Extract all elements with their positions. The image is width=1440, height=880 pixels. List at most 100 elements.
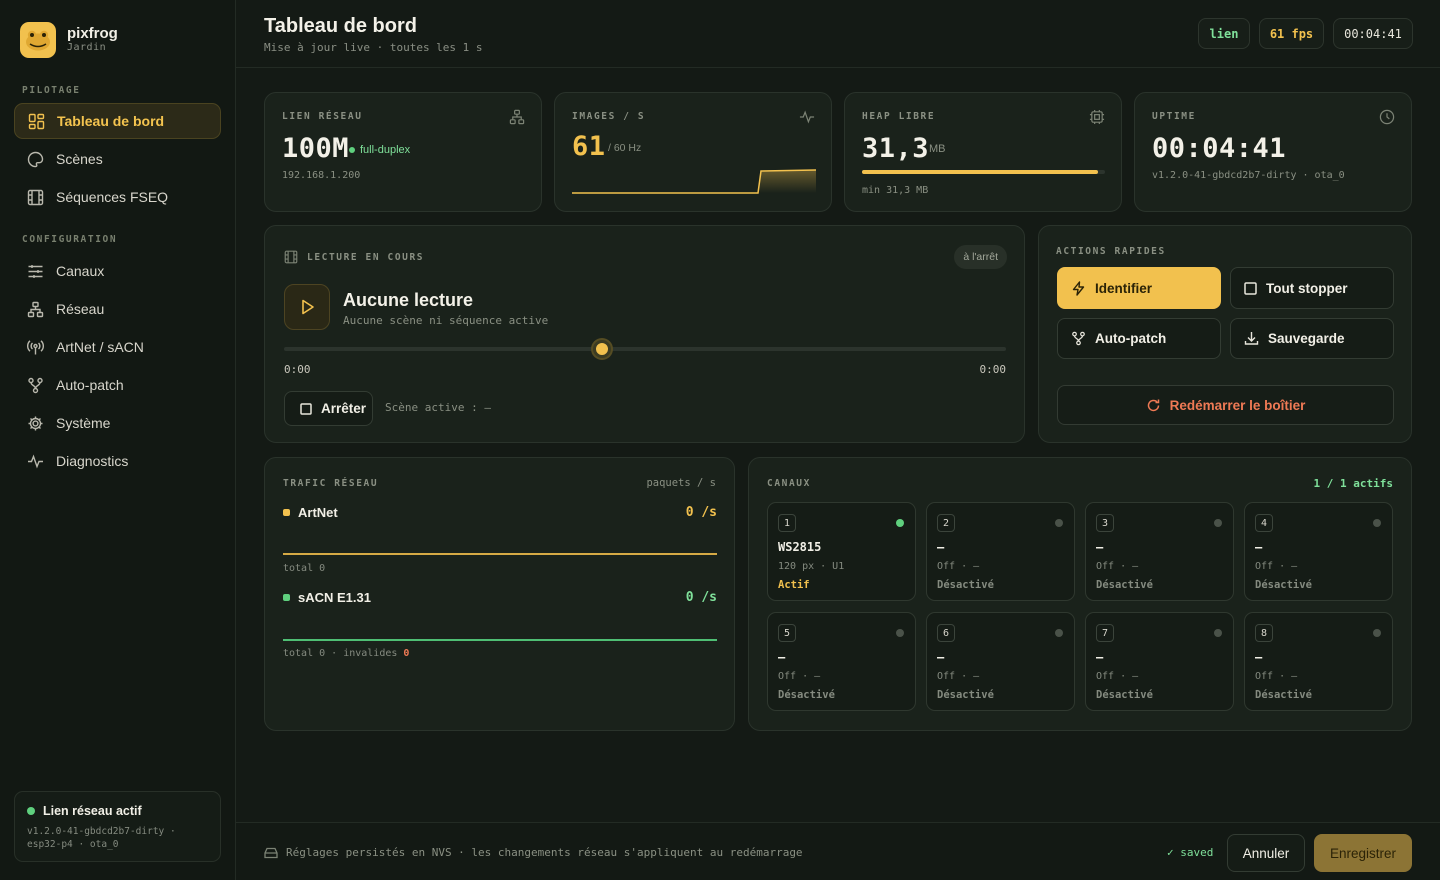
- sidebar-item-reseau[interactable]: Réseau: [14, 291, 221, 327]
- channel-number: 3: [1096, 514, 1114, 532]
- channel-status: Actif: [778, 579, 810, 591]
- seek-track[interactable]: [284, 347, 1006, 351]
- artnet-line: [283, 553, 717, 555]
- uptime-stat-card: UPTIME 00:04:41 v1.2.0-41-gbdcd2b7-dirty…: [1134, 92, 1412, 212]
- restart-button[interactable]: Redémarrer le boîtier: [1057, 385, 1394, 425]
- channel-card[interactable]: 7 — Off · — Désactivé: [1085, 612, 1234, 711]
- gear-icon: [28, 416, 43, 430]
- card-label: ACTIONS RAPIDES: [1056, 246, 1166, 257]
- play-button[interactable]: [284, 284, 330, 330]
- link-device: esp32-p4 · ota_0: [27, 839, 119, 850]
- channel-meta: Off · —: [1096, 561, 1139, 572]
- artnet-rate: 0 /s: [685, 505, 717, 520]
- channel-meta: Off · —: [937, 671, 980, 682]
- branch-icon: [28, 377, 43, 393]
- channel-card[interactable]: 4 — Off · — Désactivé: [1244, 502, 1393, 601]
- identify-button[interactable]: Identifier: [1057, 267, 1221, 309]
- channel-number: 7: [1096, 624, 1114, 642]
- channel-status-dot: [1373, 629, 1381, 637]
- page-title: Tableau de bord: [264, 15, 417, 37]
- channel-card[interactable]: 8 — Off · — Désactivé: [1244, 612, 1393, 711]
- footer-bar: Réglages persistés en NVS · les changeme…: [236, 822, 1440, 880]
- seek-handle[interactable]: [593, 340, 611, 358]
- heap-bar: [862, 170, 1105, 174]
- time-end: 0:00: [979, 363, 1007, 376]
- sacn-name: sACN E1.31: [298, 590, 371, 605]
- duplex-label: full-duplex: [360, 144, 411, 156]
- channels-active-count: 1 / 1 actifs: [1313, 477, 1393, 490]
- autopatch-button[interactable]: Auto-patch: [1057, 318, 1221, 359]
- sidebar-item-scenes[interactable]: Scènes: [14, 141, 221, 177]
- sacn-swatch: [283, 594, 290, 601]
- channel-card[interactable]: 6 — Off · — Désactivé: [926, 612, 1075, 711]
- chip-icon: [1089, 109, 1105, 125]
- sidebar-item-sequences[interactable]: Séquences FSEQ: [14, 179, 221, 215]
- brand[interactable]: pixfrog Jardin: [20, 22, 118, 58]
- fps-pill: 61 fps: [1259, 18, 1324, 49]
- channel-card[interactable]: 2 — Off · — Désactivé: [926, 502, 1075, 601]
- film-icon: [284, 250, 298, 264]
- dashboard-icon: [28, 113, 45, 129]
- sidebar-item-systeme[interactable]: Système: [14, 405, 221, 441]
- link-title: Lien réseau actif: [43, 804, 142, 818]
- artnet-total: total 0: [283, 563, 326, 574]
- channel-status: Désactivé: [937, 689, 994, 701]
- sacn-line: [283, 639, 717, 641]
- sidebar-item-canaux[interactable]: Canaux: [14, 253, 221, 289]
- uptime-value: 00:04:41: [1152, 133, 1287, 164]
- refresh-icon: [1147, 399, 1159, 411]
- channel-name: —: [1096, 540, 1104, 554]
- channels-card: CANAUX 1 / 1 actifs 1 WS2815 120 px · U1 Ac…: [748, 457, 1412, 731]
- save-button[interactable]: Enregistrer: [1314, 834, 1412, 872]
- channel-status-dot: [1055, 629, 1063, 637]
- heap-min: min 31,3 MB: [862, 185, 929, 196]
- backup-label: Sauvegarde: [1268, 331, 1345, 346]
- sidebar-item-artnet[interactable]: ArtNet / sACN: [14, 329, 221, 365]
- sidebar-item-diagnostics[interactable]: Diagnostics: [14, 443, 221, 479]
- channel-card[interactable]: 5 — Off · — Désactivé: [767, 612, 916, 711]
- frog-logo-icon: [20, 22, 56, 58]
- heap-value: 31,3: [862, 133, 930, 164]
- channel-card[interactable]: 3 — Off · — Désactivé: [1085, 502, 1234, 601]
- channel-name: —: [778, 650, 786, 664]
- channel-meta: Off · —: [1255, 671, 1298, 682]
- channel-meta: 120 px · U1: [778, 561, 845, 572]
- ip-address: 192.168.1.200: [282, 170, 361, 181]
- sacn-invalid: 0: [403, 648, 410, 659]
- heap-bar-fill: [862, 170, 1098, 174]
- fps-sparkline: [572, 169, 816, 194]
- stop-all-button[interactable]: Tout stopper: [1230, 267, 1394, 309]
- link-status-card: Lien réseau actif v1.2.0-41-gbdcd2b7-dir…: [14, 791, 221, 862]
- palette-icon: [27, 151, 44, 167]
- clock-icon: [1379, 109, 1395, 125]
- link-version: v1.2.0-41-gbdcd2b7-dirty ·: [27, 826, 176, 837]
- play-icon: [302, 299, 314, 315]
- network-speed: 100M: [282, 133, 350, 164]
- channel-status-dot: [1214, 629, 1222, 637]
- active-scene: Scène active : —: [385, 401, 491, 414]
- storage-icon: [264, 847, 278, 859]
- cancel-button[interactable]: Annuler: [1227, 834, 1305, 872]
- playback-card: LECTURE EN COURS à l'arrêt Aucune lectur…: [264, 225, 1025, 443]
- channel-name: —: [1096, 650, 1104, 664]
- sacn-row: sACN E1.31 0 /s total 0 · invalides 0: [283, 590, 717, 659]
- backup-button[interactable]: Sauvegarde: [1230, 318, 1394, 359]
- status-dot: [27, 807, 35, 815]
- channel-status: Désactivé: [1096, 689, 1153, 701]
- channel-status: Désactivé: [1255, 579, 1312, 591]
- stop-playback-button[interactable]: Arrêter: [284, 391, 373, 426]
- square-icon: [300, 402, 312, 415]
- sidebar-item-dashboard[interactable]: Tableau de bord: [14, 103, 221, 139]
- fps-stat-card: IMAGES / S 61 / 60 Hz: [554, 92, 832, 212]
- channel-name: —: [937, 650, 945, 664]
- link-pill: lien: [1198, 18, 1250, 49]
- channel-number: 1: [778, 514, 796, 532]
- brand-name: pixfrog: [67, 25, 118, 42]
- sidebar-item-autopatch[interactable]: Auto-patch: [14, 367, 221, 403]
- film-icon: [27, 189, 44, 205]
- time-start: 0:00: [284, 363, 311, 376]
- channel-card[interactable]: 1 WS2815 120 px · U1 Actif: [767, 502, 916, 601]
- restart-label: Redémarrer le boîtier: [1169, 397, 1306, 413]
- network-icon: [27, 301, 44, 317]
- footer-note: Réglages persistés en NVS · les changeme…: [286, 846, 803, 859]
